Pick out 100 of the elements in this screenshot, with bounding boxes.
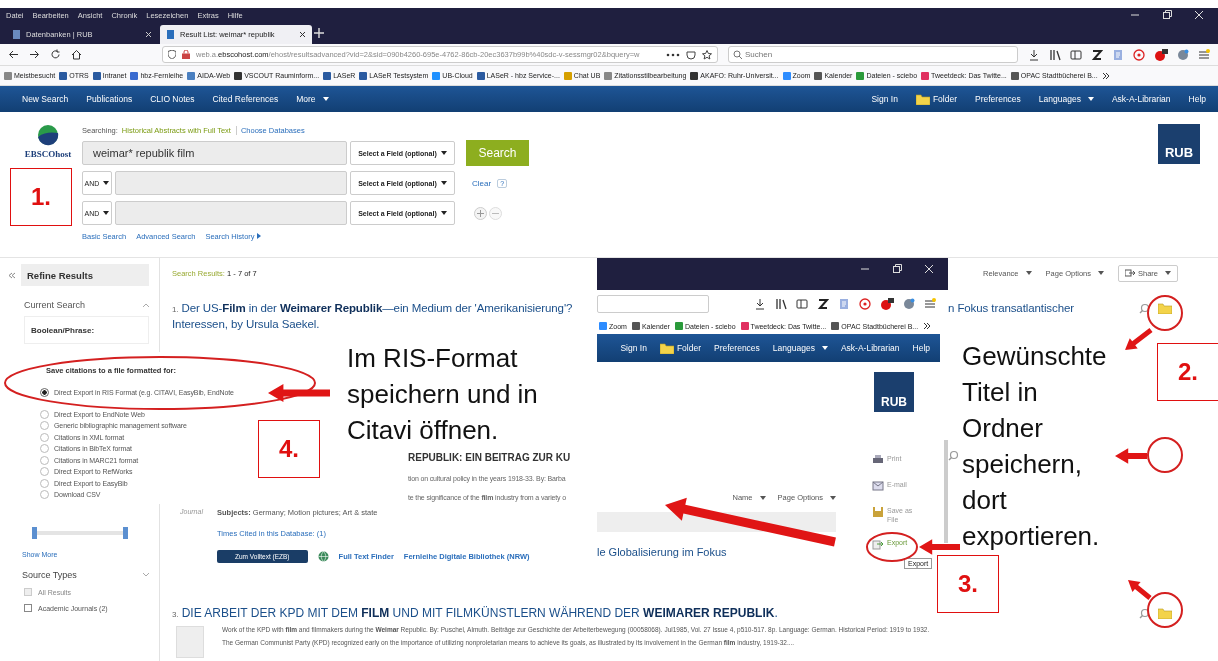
section-heading[interactable]: Current Search: [24, 300, 86, 310]
download-icon[interactable]: [754, 298, 766, 310]
library-icon[interactable]: [1049, 48, 1061, 61]
radio-button[interactable]: [40, 432, 49, 442]
nav-dropdown[interactable]: Languages: [772, 343, 828, 353]
nav-link[interactable]: Preferences: [975, 94, 1021, 104]
help-circle-icon[interactable]: [859, 298, 871, 310]
result-title[interactable]: le Globalisierung im Fokus: [597, 546, 872, 558]
share-icon: [1125, 269, 1135, 277]
folder-link[interactable]: Folder: [659, 342, 701, 354]
preview-icon[interactable]: [1139, 607, 1150, 619]
caret-icon: [322, 97, 329, 101]
restore-icon[interactable]: [892, 264, 902, 274]
chevron-icon[interactable]: [923, 322, 932, 330]
nav-link[interactable]: New Search: [22, 94, 69, 104]
highlight-ring: [1147, 437, 1183, 473]
more-icon[interactable]: [666, 52, 680, 57]
nav-link[interactable]: Publications: [86, 94, 133, 104]
nav-link[interactable]: Sign In: [871, 94, 898, 104]
home-icon[interactable]: [71, 49, 82, 60]
badge-icon[interactable]: [1154, 48, 1168, 61]
collapse-icon[interactable]: [143, 573, 149, 577]
radio-button[interactable]: [40, 421, 49, 431]
annotation-arrow: [1128, 580, 1152, 600]
menu-icon[interactable]: [924, 298, 936, 310]
email-icon: [872, 480, 884, 492]
account-icon[interactable]: [903, 298, 915, 310]
library-icon[interactable]: [775, 298, 787, 310]
nav-link[interactable]: CLIO Notes: [150, 94, 195, 104]
radio-button[interactable]: [40, 467, 49, 477]
nav-dropdown[interactable]: Languages: [1038, 94, 1094, 104]
radio-button[interactable]: [40, 388, 49, 398]
sidebar-icon[interactable]: [1070, 48, 1082, 61]
nav-link[interactable]: Ask-A-Librarian: [840, 343, 900, 353]
globe-icon[interactable]: [317, 551, 329, 562]
reload-icon[interactable]: [50, 49, 61, 60]
shield-icon: [168, 50, 176, 59]
star-icon[interactable]: [702, 49, 712, 60]
search-field[interactable]: weimar* republik film: [82, 141, 347, 165]
collapse-icon[interactable]: [143, 303, 149, 307]
slider-handle[interactable]: [123, 527, 128, 539]
radio-button[interactable]: [40, 455, 49, 465]
caret-icon: [440, 181, 447, 185]
nav-dropdown[interactable]: More: [296, 94, 329, 104]
forward-icon[interactable]: [29, 49, 40, 60]
reader-icon[interactable]: [838, 298, 850, 310]
radio-button[interactable]: [40, 409, 49, 419]
menu-icon[interactable]: [1198, 48, 1210, 61]
radio-button[interactable]: [40, 444, 49, 454]
download-icon[interactable]: [1028, 48, 1040, 61]
checkbox[interactable]: [24, 604, 32, 612]
caret-icon: [103, 211, 110, 215]
caret-icon: [1087, 97, 1094, 101]
document-thumbnail: [176, 626, 204, 658]
collapse-icon[interactable]: [8, 271, 15, 279]
section-heading[interactable]: Source Types: [22, 570, 77, 580]
result-number: 3.: [172, 610, 179, 619]
caret-icon: [103, 181, 110, 185]
nav-link[interactable]: Help: [912, 343, 930, 353]
extension-icon[interactable]: [1091, 48, 1103, 61]
sidebar-icon[interactable]: [796, 298, 808, 310]
ebsco-logo-text: EBSCOhost: [24, 149, 72, 159]
result-title[interactable]: n Fokus transatlantischer: [948, 302, 1074, 314]
nav-link[interactable]: Cited References: [212, 94, 279, 104]
account-icon[interactable]: [1177, 48, 1189, 61]
nav-link[interactable]: Preferences: [714, 343, 760, 353]
nav-link[interactable]: Help: [1188, 94, 1206, 104]
search-field[interactable]: [115, 171, 347, 195]
nav-link[interactable]: Ask-A-Librarian: [1111, 94, 1171, 104]
restore-icon[interactable]: [1162, 10, 1172, 20]
chevron-icon[interactable]: [1101, 71, 1110, 80]
folder-link[interactable]: Folder: [915, 93, 957, 105]
web-search-field[interactable]: Suchen: [728, 46, 1018, 63]
result-title[interactable]: REPUBLIK: EIN BEITRAG ZUR KU: [408, 452, 598, 463]
back-icon[interactable]: [8, 49, 19, 60]
nav-link[interactable]: Sign In: [620, 343, 647, 353]
preview-icon[interactable]: [1139, 302, 1150, 314]
annotation-arrow: [1125, 328, 1153, 350]
annotation-arrow: [1115, 448, 1147, 464]
web-search-field[interactable]: [597, 295, 709, 313]
radio-button[interactable]: [40, 478, 49, 488]
extension-icon[interactable]: [817, 298, 829, 310]
badge-icon[interactable]: [880, 298, 894, 310]
close-icon[interactable]: [299, 31, 306, 38]
result-title[interactable]: DIE ARBEIT DER KPD MIT DEM FILM UND MIT FILMKÜNSTLERN WÄHREND DER WEIMARER REPUBLIK.: [181, 606, 778, 620]
new-tab-icon[interactable]: [314, 28, 324, 38]
help-circle-icon[interactable]: [1133, 48, 1145, 61]
annotation-arrow: [268, 383, 330, 403]
caret-icon: [1025, 271, 1032, 275]
result-title[interactable]: Interessen, by Ursula Saekel.: [172, 318, 320, 330]
caret-icon: [1165, 271, 1171, 275]
clear-link[interactable]: Clear: [472, 178, 492, 188]
pocket-icon[interactable]: [686, 49, 696, 60]
preview-icon[interactable]: [948, 450, 959, 461]
radio-button[interactable]: [40, 490, 49, 500]
search-field[interactable]: [115, 201, 347, 225]
folder-icon: [659, 342, 674, 354]
add-row-icon[interactable]: [474, 206, 487, 220]
highlight-ring: [1147, 295, 1183, 331]
result-title[interactable]: Der US-Film in der Weimarer Republik—ein Medium der 'Amerikanisierung'?: [181, 302, 573, 314]
